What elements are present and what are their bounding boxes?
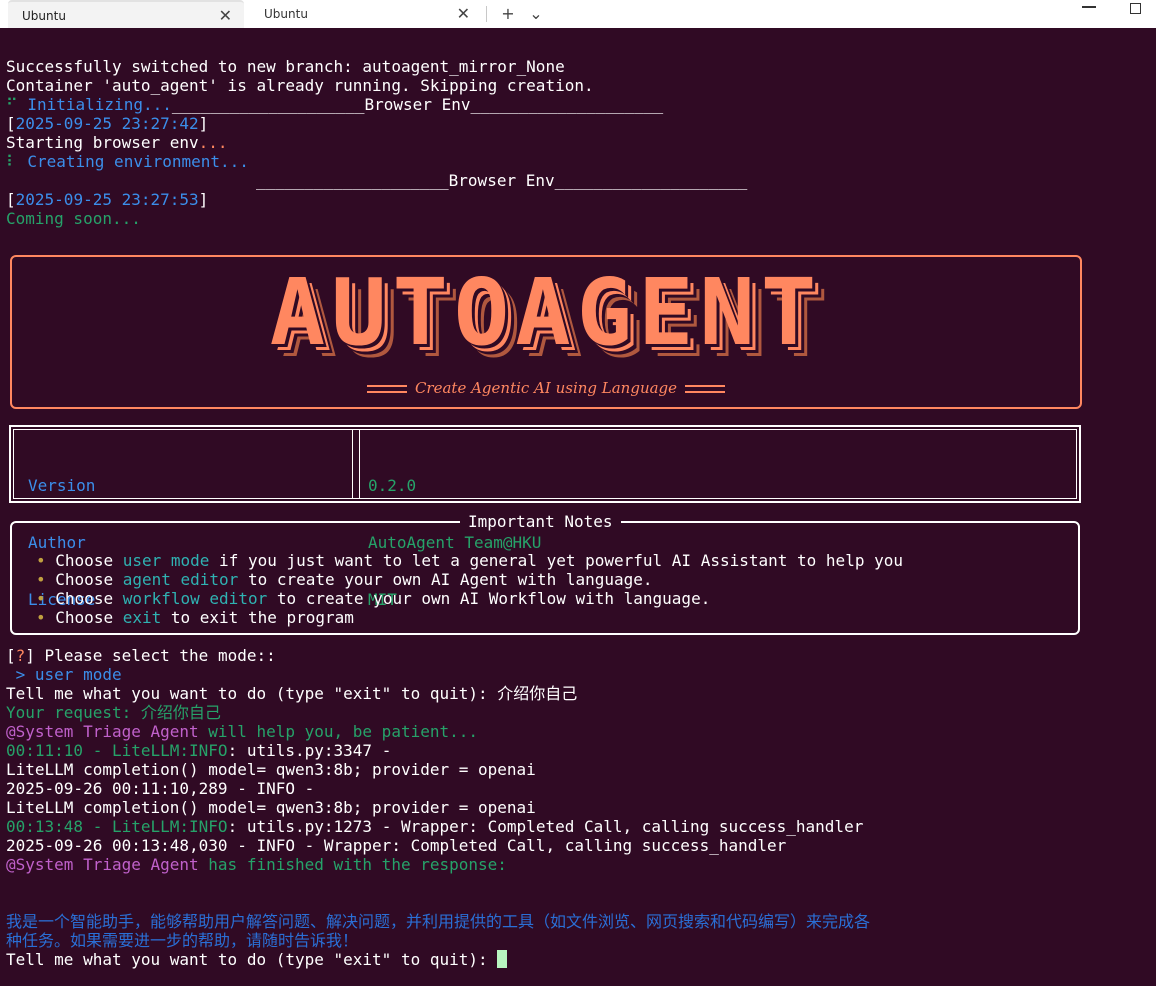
timestamp: 2025-09-25 23:27:42	[15, 114, 199, 133]
tab-ubuntu-1[interactable]: Ubuntu ✕	[8, 0, 244, 28]
log-line: Starting browser env...	[6, 133, 228, 152]
bullet-icon: •	[36, 589, 46, 608]
log-line: Container 'auto_agent' is already runnin…	[6, 76, 594, 95]
spinner-icon: ⠇	[6, 152, 18, 171]
log-line: LiteLLM completion() model= qwen3:8b; pr…	[6, 760, 536, 779]
log-line: LiteLLM completion() model= qwen3:8b; pr…	[6, 798, 536, 817]
tab-label: Ubuntu	[22, 9, 66, 23]
tab-ubuntu-2[interactable]: Ubuntu ✕	[250, 0, 482, 28]
text-cursor	[497, 950, 508, 968]
info-label-version: Version	[28, 476, 96, 495]
log-line: Successfully switched to new branch: aut…	[6, 57, 565, 76]
log-line: ⠇ Creating environment...	[6, 152, 249, 171]
creating-text: Creating environment...	[27, 152, 249, 171]
info-table: Version Author License 0.2.0 AutoAgent T…	[9, 425, 1081, 609]
spinner-icon: ⠋	[6, 95, 18, 114]
log-line: 00:13:48 - LiteLLM:INFO: utils.py:1273 -…	[6, 817, 864, 836]
log-line: [2025-09-25 23:27:53]	[6, 190, 209, 209]
user-prompt: Tell me what you want to do (type "exit"…	[6, 684, 578, 703]
note-item: • Choose exit to exit the program	[36, 608, 354, 627]
agent-name: @System Triage Agent	[6, 855, 199, 874]
autoagent-logo: AUTOAGENT	[269, 259, 823, 366]
banner-box: AUTOAGENT Create Agentic AI using Langua…	[10, 255, 1082, 409]
new-tab-icon[interactable]: +	[496, 2, 520, 26]
agent-finished: @System Triage Agent has finished with t…	[6, 855, 507, 874]
info-value-version: 0.2.0	[368, 476, 417, 495]
response-text: 种任务。如果需要进一步的帮助，请随时告诉我！	[6, 931, 359, 950]
input-prompt[interactable]: Tell me what you want to do (type "exit"…	[6, 950, 508, 969]
response-text: 我是一个智能助手，能够帮助用户解答问题、解决问题，并利用提供的工具（如文件浏览、…	[6, 912, 871, 931]
timestamp: 2025-09-25 23:27:53	[15, 190, 199, 209]
user-input-text: 介绍你自己	[497, 684, 578, 703]
bullet-icon: •	[36, 608, 46, 627]
notes-title: Important Notes	[460, 512, 621, 531]
note-item: • Choose workflow editor to create your …	[36, 589, 711, 608]
close-icon[interactable]: ✕	[219, 2, 232, 30]
note-item: • Choose user mode if you just want to l…	[36, 551, 903, 570]
log-line: 2025-09-26 00:13:48,030 - INFO - Wrapper…	[6, 836, 787, 855]
browser-env-header: ____________________Browser Env_________…	[171, 95, 664, 114]
request-line: Your request: 介绍你自己	[6, 703, 221, 722]
tab-separator	[486, 6, 487, 22]
banner-subtitle: Create Agentic AI using Language	[12, 379, 1080, 397]
bullet-icon: •	[36, 570, 46, 589]
log-line: 2025-09-26 00:11:10,289 - INFO -	[6, 779, 315, 798]
mode-prompt: [?] Please select the mode::	[6, 646, 276, 665]
log-line: 00:11:10 - LiteLLM:INFO: utils.py:3347 -	[6, 741, 392, 760]
note-item: • Choose agent editor to create your own…	[36, 570, 653, 589]
agent-name: @System Triage Agent	[6, 722, 199, 741]
important-notes-box: Important Notes • Choose user mode if yo…	[10, 512, 1080, 635]
log-line: Coming soon...	[6, 209, 141, 228]
browser-env-header: ____________________Browser Env_________…	[256, 171, 748, 190]
close-icon[interactable]: ✕	[457, 0, 470, 28]
tab-label: Ubuntu	[264, 7, 308, 21]
initializing-text: Initializing...	[27, 95, 172, 114]
maximize-icon[interactable]	[1130, 3, 1141, 14]
log-line: ⠋ Initializing...____________________Bro…	[6, 95, 663, 114]
log-line: [2025-09-25 23:27:42]	[6, 114, 209, 133]
agent-status: @System Triage Agent will help you, be p…	[6, 722, 479, 741]
chevron-down-icon[interactable]: ⌄	[524, 2, 548, 26]
title-bar: Ubuntu ✕ Ubuntu ✕ + ⌄	[0, 0, 1156, 28]
bullet-icon: •	[36, 551, 46, 570]
selected-mode[interactable]: > user mode	[6, 665, 122, 684]
minimize-icon[interactable]	[1082, 6, 1096, 8]
